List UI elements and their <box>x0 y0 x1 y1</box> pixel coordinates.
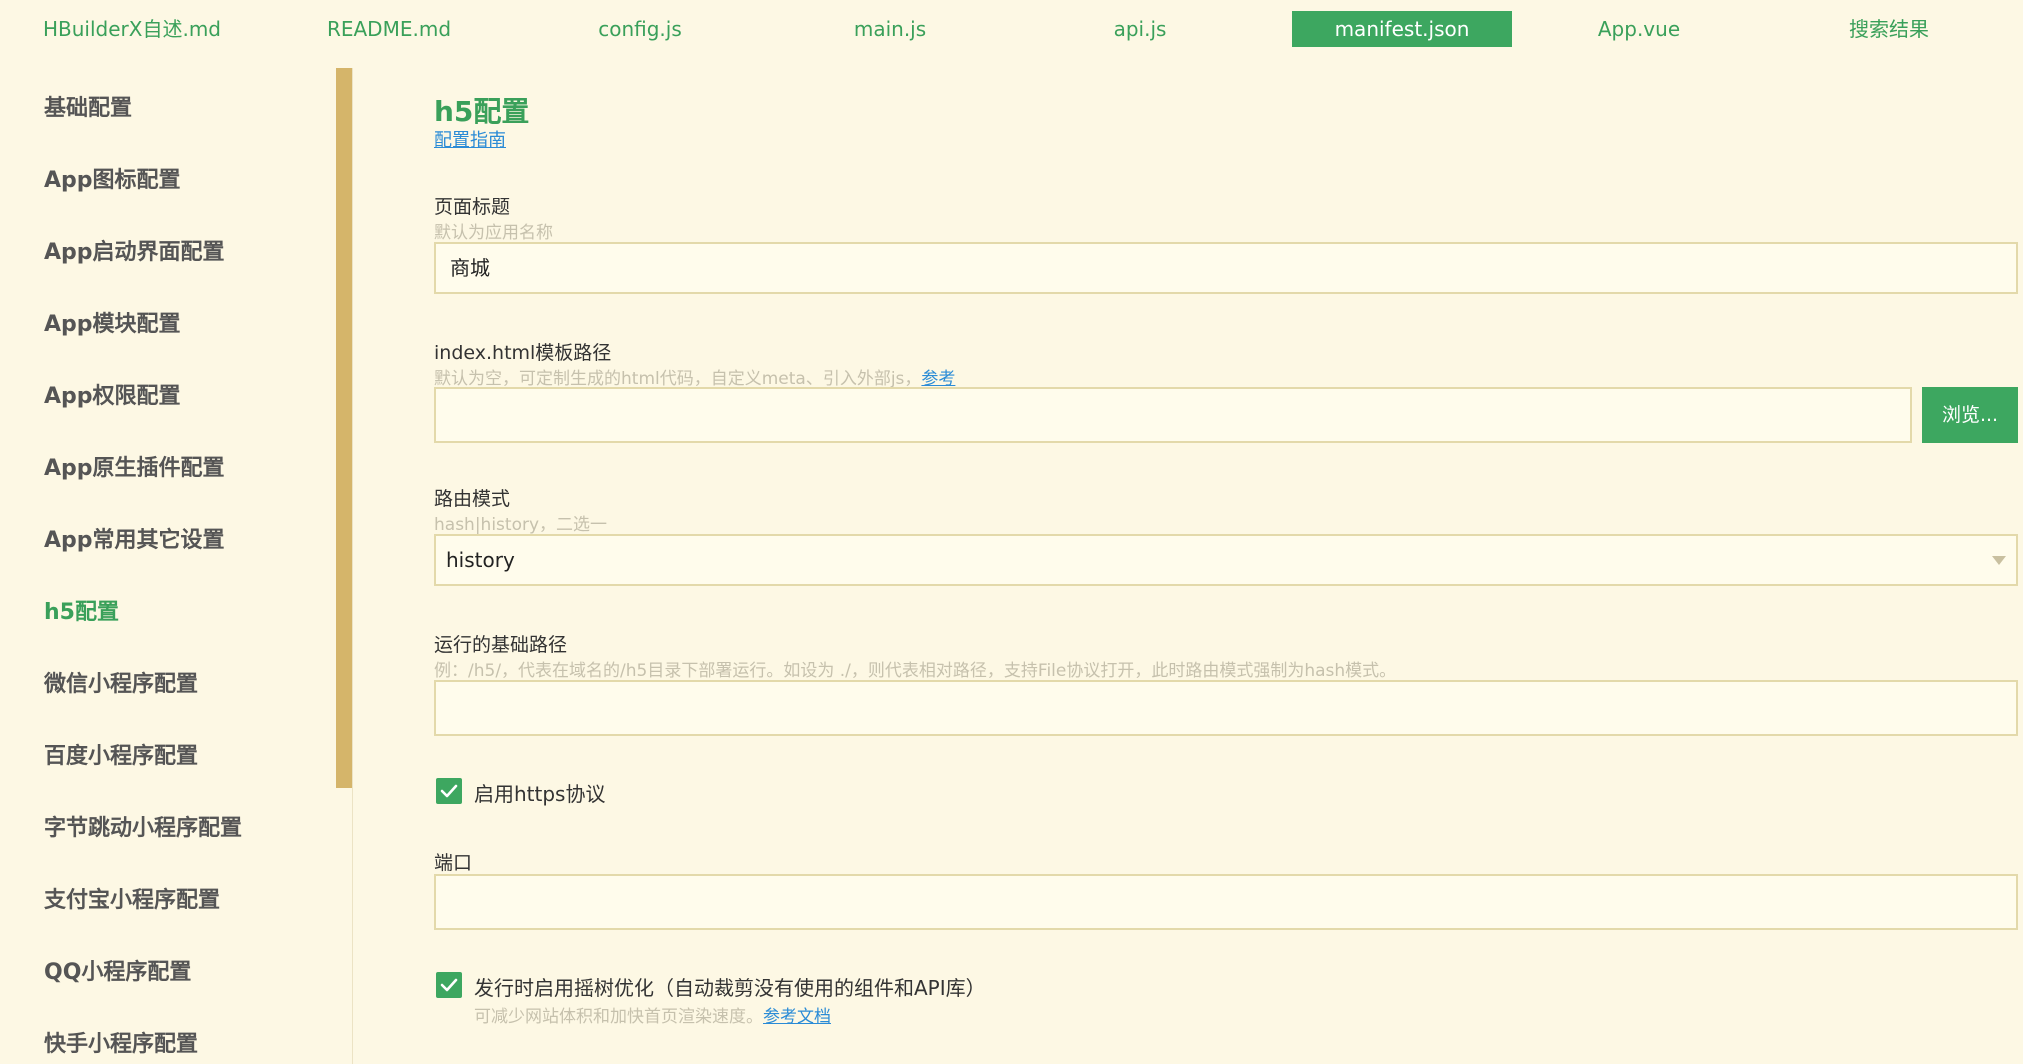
router-mode-label: 路由模式 <box>434 488 511 510</box>
tab-hbuilderx-readme[interactable]: HBuilderX自述.md <box>22 11 242 47</box>
router-mode-hint: hash|history，二选一 <box>434 515 608 535</box>
checkmark-icon <box>440 784 458 798</box>
page-title-label: 页面标题 <box>434 196 511 218</box>
sidebar-item-qq[interactable]: QQ小程序配置 <box>44 954 191 986</box>
sidebar-item-app-splash[interactable]: App启动界面配置 <box>44 234 225 266</box>
sidebar-item-app-native-plugins[interactable]: App原生插件配置 <box>44 450 225 482</box>
treeshake-hint: 可减少网站体积和加快首页渲染速度。参考文档 <box>474 1002 831 1027</box>
router-mode-select[interactable]: history <box>434 534 2018 586</box>
sidebar-item-kuaishou[interactable]: 快手小程序配置 <box>44 1026 198 1058</box>
treeshake-reference-link[interactable]: 参考文档 <box>763 1007 831 1027</box>
sidebar-item-alipay[interactable]: 支付宝小程序配置 <box>44 882 220 914</box>
sidebar-item-app-other[interactable]: App常用其它设置 <box>44 522 225 554</box>
sidebar-item-app-permissions[interactable]: App权限配置 <box>44 378 181 410</box>
template-path-hint: 默认为空，可定制生成的html代码，自定义meta、引入外部js，参考 <box>434 364 955 389</box>
router-mode-value: history <box>446 548 515 572</box>
page-title-input[interactable]: 商城 <box>434 242 2018 294</box>
sidebar-item-baidu[interactable]: 百度小程序配置 <box>44 738 198 770</box>
https-checkbox-label[interactable]: 启用https协议 <box>474 778 605 807</box>
treeshake-checkbox-label[interactable]: 发行时启用摇树优化（自动裁剪没有使用的组件和API库） <box>474 972 986 1001</box>
chevron-down-icon <box>1992 556 2006 565</box>
sidebar-item-toutiao[interactable]: 字节跳动小程序配置 <box>44 810 242 842</box>
template-path-hint-text: 默认为空，可定制生成的html代码，自定义meta、引入外部js， <box>434 369 922 389</box>
config-sidebar: 基础配置 App图标配置 App启动界面配置 App模块配置 App权限配置 A… <box>0 68 352 1064</box>
port-input[interactable] <box>434 874 2018 930</box>
template-path-input[interactable] <box>434 387 1912 443</box>
sidebar-item-basic[interactable]: 基础配置 <box>44 90 132 122</box>
template-reference-link[interactable]: 参考 <box>921 369 955 389</box>
config-guide-link[interactable]: 配置指南 <box>434 126 506 152</box>
sidebar-item-app-icon[interactable]: App图标配置 <box>44 162 181 194</box>
sidebar-divider <box>352 68 353 1064</box>
sidebar-item-h5[interactable]: h5配置 <box>44 594 119 626</box>
base-path-input[interactable] <box>434 680 2018 736</box>
base-path-hint: 例：/h5/，代表在域名的/h5目录下部署运行。如设为 ./，则代表相对路径，支… <box>434 661 1397 681</box>
port-label: 端口 <box>434 852 473 874</box>
base-path-label: 运行的基础路径 <box>434 634 568 656</box>
sidebar-item-weixin[interactable]: 微信小程序配置 <box>44 666 198 698</box>
browse-button[interactable]: 浏览... <box>1922 387 2018 443</box>
sidebar-item-app-modules[interactable]: App模块配置 <box>44 306 181 338</box>
treeshake-hint-text: 可减少网站体积和加快首页渲染速度。 <box>474 1007 763 1027</box>
page-title-hint: 默认为应用名称 <box>434 223 553 243</box>
treeshake-checkbox[interactable] <box>436 972 462 998</box>
sidebar-scrollbar[interactable] <box>336 68 352 788</box>
page-title: h5配置 <box>434 95 530 128</box>
https-checkbox[interactable] <box>436 778 462 804</box>
h5-config-panel: h5配置 配置指南 页面标题 默认为应用名称 商城 index.html模板路径… <box>434 0 2023 1064</box>
template-path-label: index.html模板路径 <box>434 342 612 364</box>
checkmark-icon <box>440 978 458 992</box>
